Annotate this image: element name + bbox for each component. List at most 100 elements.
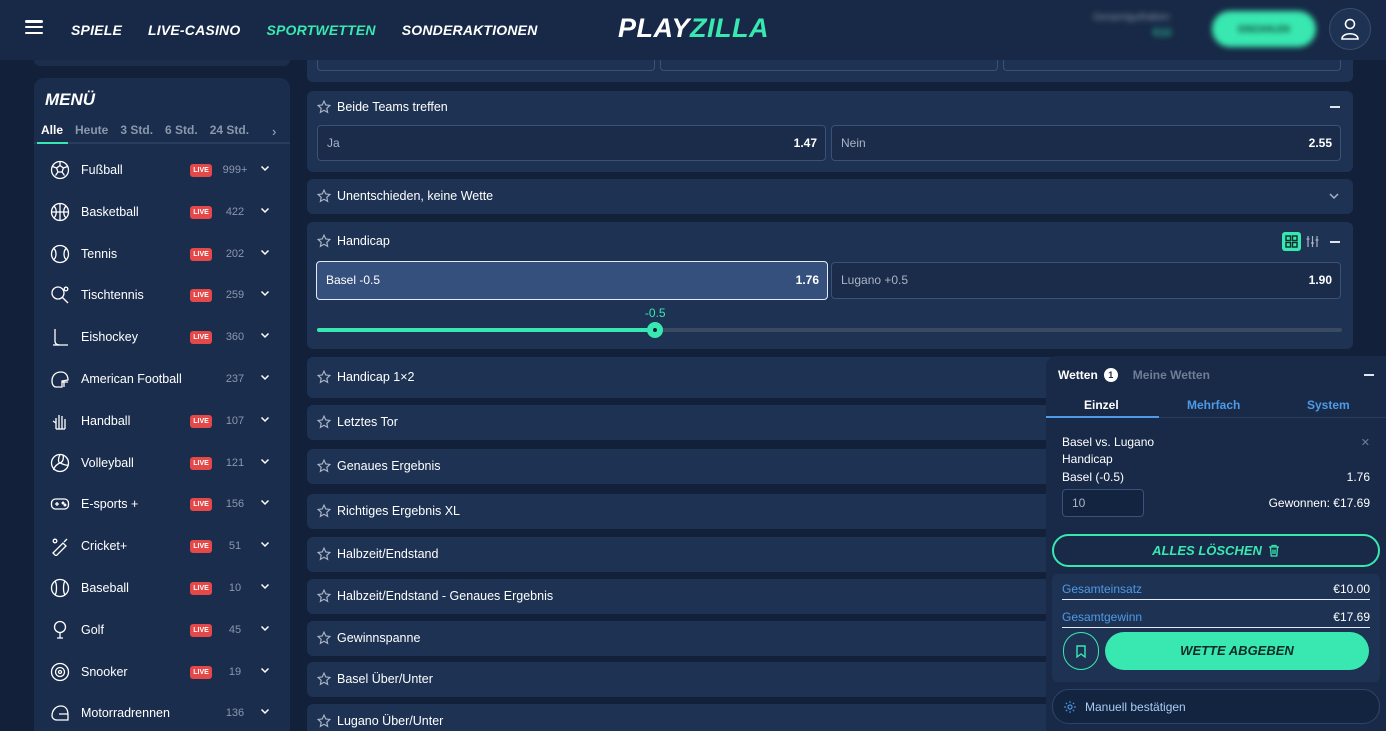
sidebar-item-e-sports[interactable]: E-sports + LIVE 156 — [34, 484, 290, 525]
star-icon[interactable] — [317, 234, 331, 248]
user-account-button[interactable] — [1329, 8, 1371, 50]
filter-alle[interactable]: Alle — [41, 123, 63, 137]
top-header: SPIELE LIVE-CASINO SPORTWETTEN SONDERAKT… — [0, 0, 1386, 60]
balance-display[interactable]: Gesamtguthaben €10 — [1093, 12, 1193, 44]
ice-hockey-icon — [53, 329, 68, 346]
odd-button-ja[interactable]: Ja 1.47 — [317, 125, 826, 161]
deposit-button[interactable]: EINZAHLEN — [1212, 11, 1316, 47]
slider-settings-icon[interactable] — [1303, 232, 1322, 251]
chevron-down-icon[interactable] — [260, 247, 270, 257]
star-icon[interactable] — [317, 504, 331, 518]
place-bet-button[interactable]: WETTE ABGEBEN — [1105, 632, 1369, 670]
user-icon — [1341, 18, 1359, 40]
filter-6h[interactable]: 6 Std. — [165, 123, 198, 137]
chevron-down-icon[interactable] — [260, 163, 270, 173]
clear-all-button[interactable]: ALLES LÖSCHEN — [1052, 534, 1380, 567]
chevron-down-icon[interactable] — [260, 539, 270, 549]
stake-input[interactable] — [1062, 489, 1144, 517]
star-icon[interactable] — [317, 547, 331, 561]
star-icon[interactable] — [317, 631, 331, 645]
chevron-down-icon[interactable] — [260, 665, 270, 675]
filter-24h[interactable]: 24 Std. — [210, 123, 249, 137]
star-icon[interactable] — [317, 589, 331, 603]
remove-selection-icon[interactable]: ✕ — [1361, 436, 1370, 449]
chevron-down-icon[interactable] — [260, 456, 270, 466]
chevron-down-icon[interactable] — [260, 372, 270, 382]
sidebar-item-motorradrennen[interactable]: Motorradrennen 136 — [34, 693, 290, 731]
sidebar-item-handball[interactable]: Handball LIVE 107 — [34, 401, 290, 442]
cricket-bat-icon — [52, 538, 68, 557]
star-icon[interactable] — [317, 459, 331, 473]
chevron-down-icon[interactable] — [260, 706, 270, 716]
event-count: 45 — [228, 623, 242, 636]
sidebar-item-volleyball[interactable]: Volleyball LIVE 121 — [34, 443, 290, 484]
sport-name: Cricket+ — [81, 539, 128, 554]
live-badge: LIVE — [190, 456, 212, 470]
sport-name: E-sports + — [81, 497, 139, 512]
chevron-down-icon[interactable] — [260, 414, 270, 424]
star-icon[interactable] — [317, 100, 331, 114]
chevron-down-icon[interactable] — [260, 205, 270, 215]
star-icon[interactable] — [317, 672, 331, 686]
chevron-down-icon[interactable] — [260, 497, 270, 507]
slider-thumb[interactable] — [647, 322, 664, 338]
sidebar-item-cricket[interactable]: Cricket+ LIVE 51 — [34, 526, 290, 567]
sidebar-item-basketball[interactable]: Basketball LIVE 422 — [34, 192, 290, 233]
grid-view-icon[interactable] — [1282, 232, 1301, 251]
star-icon[interactable] — [317, 415, 331, 429]
tab-mehrfach[interactable]: Mehrfach — [1187, 398, 1240, 412]
event-count: 10 — [228, 582, 242, 594]
chevron-down-icon[interactable] — [1329, 192, 1339, 200]
tab-einzel[interactable]: Einzel — [1084, 398, 1119, 412]
live-badge: LIVE — [190, 540, 212, 554]
chevron-down-icon[interactable] — [260, 623, 270, 633]
selection-match: Basel vs. Lugano — [1062, 435, 1155, 449]
sidebar-item-eishockey[interactable]: Eishockey LIVE 360 — [34, 317, 290, 358]
odd-button-basel-handicap[interactable]: Basel -0.5 1.76 — [316, 261, 828, 300]
star-icon[interactable] — [317, 189, 331, 203]
event-count: 422 — [225, 205, 245, 218]
table-tennis-icon — [51, 286, 69, 304]
baseball-icon — [50, 578, 70, 598]
odd-button-nein[interactable]: Nein 2.55 — [831, 125, 1341, 161]
active-tab-underline — [1046, 416, 1159, 418]
collapse-icon[interactable] — [1330, 241, 1340, 243]
nav-sonderaktionen[interactable]: SONDERAKTIONEN — [402, 22, 538, 38]
market-title: Letztes Tor — [337, 415, 398, 429]
sidebar-item-golf[interactable]: Golf LIVE 45 — [34, 610, 290, 651]
sidebar-item-fußball[interactable]: Fußball LIVE 999+ — [34, 150, 290, 191]
hamburger-menu-icon[interactable] — [25, 20, 43, 34]
manual-confirm-toggle[interactable]: Manuell bestätigen — [1052, 689, 1380, 724]
live-badge: LIVE — [190, 331, 212, 345]
nav-spiele[interactable]: SPIELE — [71, 22, 122, 38]
minimize-icon[interactable] — [1364, 374, 1374, 376]
save-bet-button[interactable] — [1063, 632, 1099, 670]
tab-system[interactable]: System — [1307, 398, 1350, 412]
playzilla-logo[interactable]: PLAYZILLA — [618, 13, 769, 44]
sidebar-item-baseball[interactable]: Baseball LIVE 10 — [34, 568, 290, 609]
star-icon[interactable] — [317, 714, 331, 728]
sidebar-item-tennis[interactable]: Tennis LIVE 202 — [34, 234, 290, 275]
sidebar-item-snooker[interactable]: Snooker LIVE 19 — [34, 652, 290, 693]
bet-slip-tabs: Wetten 1 Meine Wetten — [1058, 368, 1210, 382]
sidebar-item-american-football[interactable]: American Football 237 — [34, 359, 290, 400]
star-icon[interactable] — [317, 370, 331, 384]
nav-live-casino[interactable]: LIVE-CASINO — [148, 22, 240, 38]
balance-label: Gesamtguthaben — [1093, 12, 1170, 23]
nav-sportwetten[interactable]: SPORTWETTEN — [266, 22, 375, 38]
selection-market: Handicap — [1062, 452, 1113, 466]
handicap-slider[interactable]: -0.5 — [317, 304, 1342, 340]
filter-heute[interactable]: Heute — [75, 123, 108, 137]
chevron-down-icon[interactable] — [260, 581, 270, 591]
filter-3h[interactable]: 3 Std. — [120, 123, 153, 137]
sidebar-item-tischtennis[interactable]: Tischtennis LIVE 259 — [34, 275, 290, 316]
odd-button-lugano-handicap[interactable]: Lugano +0.5 1.90 — [831, 262, 1341, 299]
chevron-right-icon[interactable]: › — [272, 124, 276, 139]
tab-wetten[interactable]: Wetten — [1058, 368, 1098, 382]
market-unentschieden-keine-wette[interactable]: Unentschieden, keine Wette — [307, 179, 1353, 214]
chevron-down-icon[interactable] — [260, 288, 270, 298]
collapse-icon[interactable] — [1330, 106, 1340, 108]
live-badge: LIVE — [190, 623, 212, 637]
chevron-down-icon[interactable] — [260, 330, 270, 340]
tab-meine-wetten[interactable]: Meine Wetten — [1133, 368, 1210, 382]
